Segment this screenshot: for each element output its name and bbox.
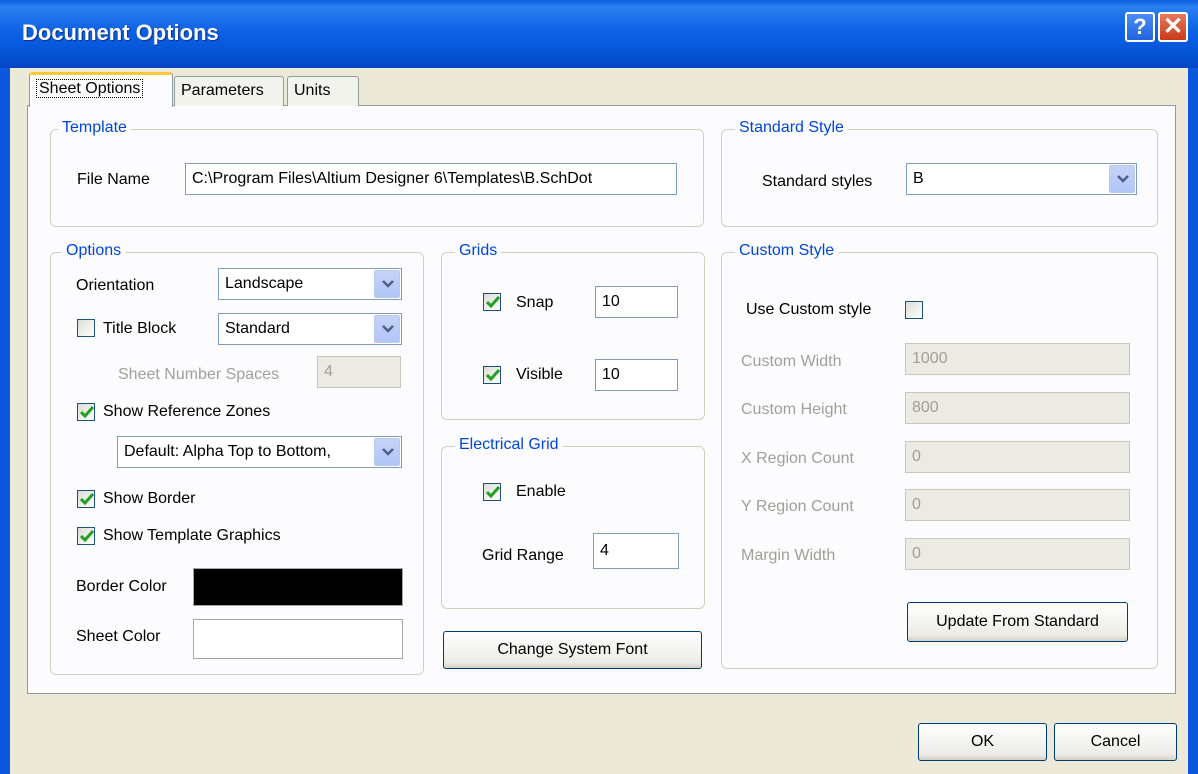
sheet-color-swatch[interactable] [193, 619, 403, 659]
ok-button[interactable]: OK [918, 723, 1047, 761]
snap-checkbox[interactable] [483, 293, 501, 311]
title-block-select[interactable]: Standard [218, 313, 402, 345]
check-icon [80, 406, 94, 418]
sheet-number-spaces-field[interactable]: 4 [317, 356, 401, 388]
enable-label: Enable [516, 483, 566, 500]
show-reference-zones-checkbox[interactable] [77, 403, 95, 421]
show-template-graphics-checkbox[interactable] [77, 527, 95, 545]
tab-label: Sheet Options [36, 79, 144, 98]
show-template-graphics-label: Show Template Graphics [103, 527, 281, 544]
custom-width-field[interactable]: 1000 [905, 343, 1130, 375]
border-color-swatch[interactable] [193, 568, 403, 606]
visible-label: Visible [516, 366, 563, 383]
template-legend: Template [58, 119, 131, 137]
tab-sheet-options[interactable]: Sheet Options [29, 72, 173, 107]
use-custom-style-label: Use Custom style [746, 301, 872, 318]
show-reference-zones-label: Show Reference Zones [103, 403, 271, 420]
margin-width-label: Margin Width [741, 547, 836, 564]
standard-style-legend: Standard Style [735, 119, 848, 137]
orientation-select[interactable]: Landscape [218, 268, 402, 300]
custom-width-label: Custom Width [741, 353, 842, 370]
window-frame-right [1188, 68, 1198, 774]
electrical-grid-legend: Electrical Grid [455, 436, 563, 454]
y-region-count-label: Y Region Count [741, 498, 854, 515]
update-from-standard-button[interactable]: Update From Standard [907, 602, 1128, 642]
border-color-label: Border Color [76, 578, 167, 595]
sheet-number-spaces-label: Sheet Number Spaces [118, 366, 279, 383]
check-icon [486, 296, 500, 308]
options-legend: Options [62, 242, 126, 260]
electrical-grid-group [441, 446, 705, 609]
standard-styles-select[interactable]: B [906, 163, 1137, 195]
x-region-count-field[interactable]: 0 [905, 441, 1130, 473]
reference-zones-value: Default: Alpha Top to Bottom, [124, 443, 331, 460]
chevron-down-icon[interactable] [374, 438, 400, 466]
chevron-down-icon[interactable] [374, 315, 400, 343]
cancel-button[interactable]: Cancel [1054, 723, 1177, 761]
title-block-value: Standard [225, 320, 290, 337]
x-region-count-label: X Region Count [741, 450, 854, 467]
custom-style-legend: Custom Style [735, 242, 839, 260]
tab-units[interactable]: Units [287, 76, 359, 106]
title-block-label: Title Block [103, 320, 177, 337]
grid-range-label: Grid Range [482, 547, 564, 564]
window-title: Document Options [22, 20, 219, 45]
show-border-checkbox[interactable] [77, 490, 95, 508]
snap-field[interactable]: 10 [595, 286, 678, 318]
check-icon [486, 369, 500, 381]
check-icon [80, 493, 94, 505]
use-custom-style-checkbox[interactable] [905, 301, 923, 319]
grids-legend: Grids [455, 242, 502, 260]
visible-checkbox[interactable] [483, 366, 501, 384]
standard-styles-label: Standard styles [762, 173, 873, 190]
margin-width-field[interactable]: 0 [905, 538, 1130, 570]
y-region-count-field[interactable]: 0 [905, 489, 1130, 521]
title-block-checkbox[interactable] [77, 319, 95, 337]
orientation-value: Landscape [225, 275, 304, 292]
orientation-label: Orientation [76, 277, 155, 294]
show-border-label: Show Border [103, 490, 196, 507]
file-name-field[interactable]: C:\Program Files\Altium Designer 6\Templ… [185, 163, 677, 195]
visible-field[interactable]: 10 [595, 359, 678, 391]
check-icon [486, 486, 500, 498]
check-icon [80, 530, 94, 542]
reference-zones-select[interactable]: Default: Alpha Top to Bottom, [117, 436, 402, 468]
grid-range-field[interactable]: 4 [593, 533, 679, 569]
window-frame-left [0, 68, 10, 774]
snap-label: Snap [516, 294, 554, 311]
chevron-down-icon[interactable] [374, 270, 400, 298]
change-system-font-button[interactable]: Change System Font [443, 631, 702, 669]
tab-label: Parameters [181, 82, 264, 99]
tab-label: Units [294, 82, 331, 99]
file-name-label: File Name [77, 171, 150, 188]
custom-height-field[interactable]: 800 [905, 392, 1130, 424]
chevron-down-icon[interactable] [1109, 165, 1135, 193]
tab-parameters[interactable]: Parameters [174, 76, 284, 106]
grids-group [441, 252, 705, 420]
sheet-color-label: Sheet Color [76, 628, 161, 645]
close-icon[interactable]: ✕ [1158, 12, 1188, 42]
enable-checkbox[interactable] [483, 483, 501, 501]
standard-styles-value: B [913, 170, 924, 187]
help-icon[interactable]: ? [1125, 12, 1155, 42]
custom-height-label: Custom Height [741, 401, 847, 418]
